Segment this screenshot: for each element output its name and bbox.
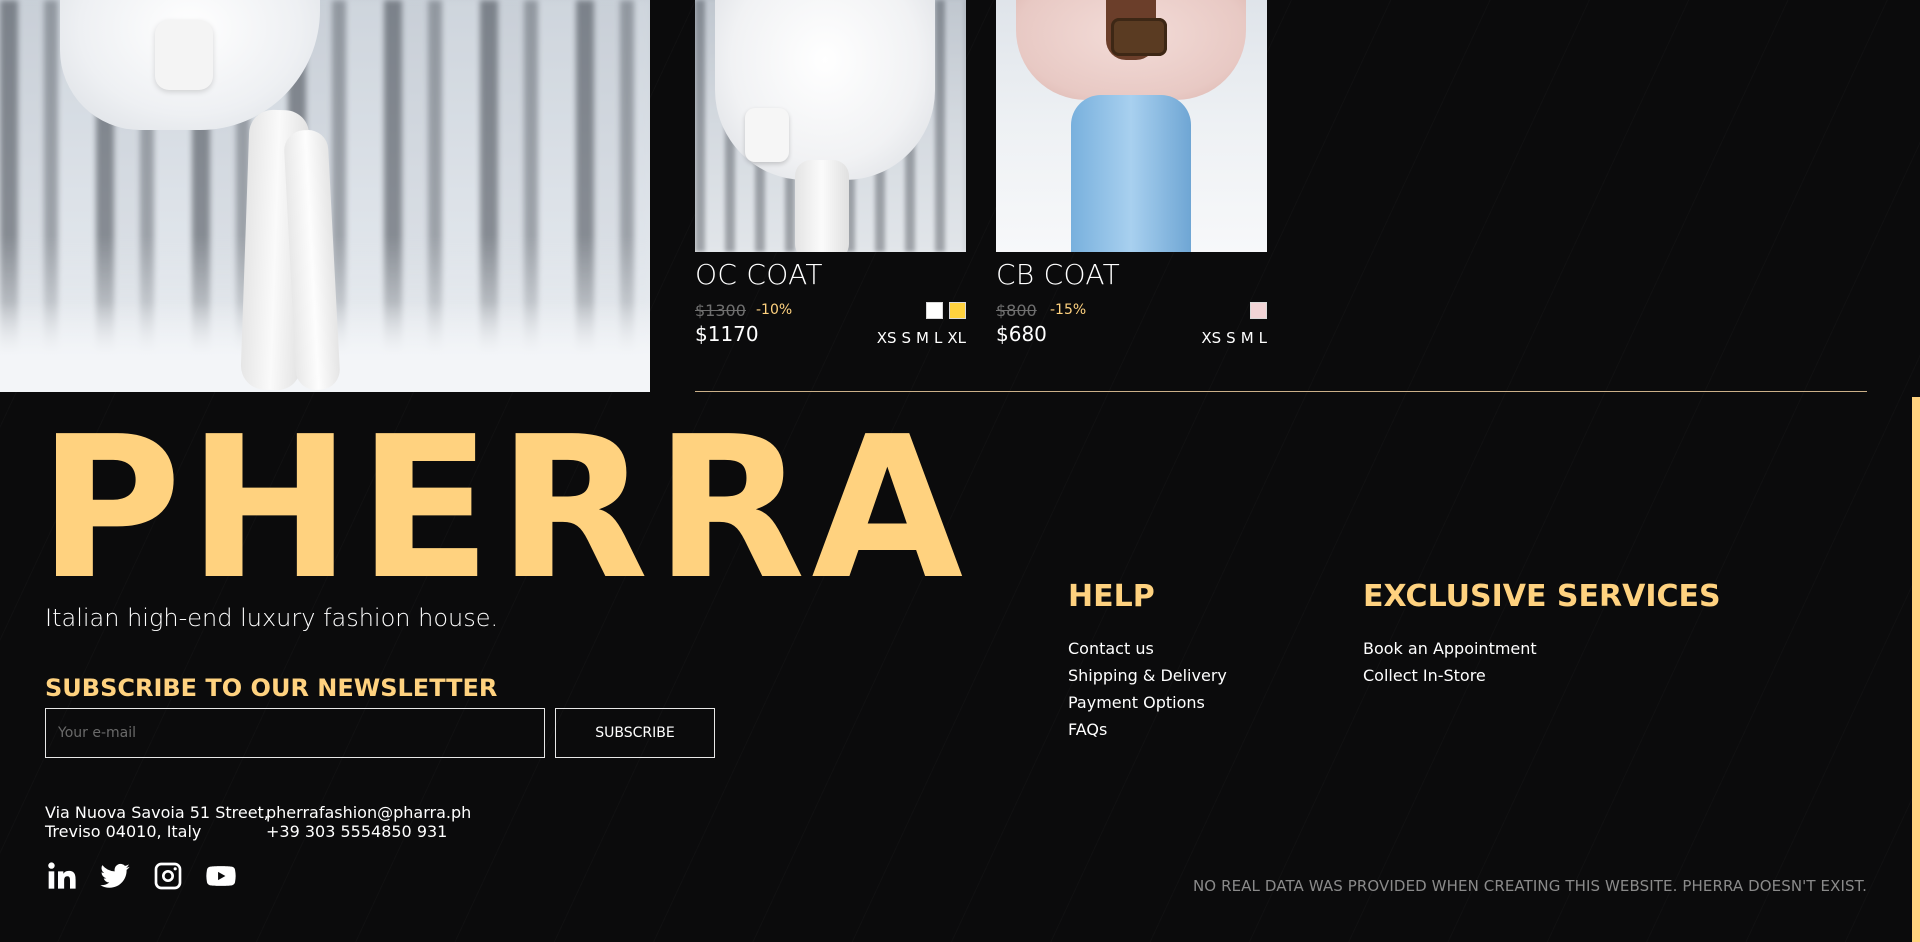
exclusive-link-appointment[interactable]: Book an Appointment (1363, 635, 1721, 662)
help-column: HELP Contact us Shipping & Delivery Paym… (1068, 579, 1227, 743)
subscribe-button[interactable]: SUBSCRIBE (555, 708, 715, 758)
instagram-icon[interactable] (151, 859, 185, 893)
size-option[interactable]: XS (1201, 329, 1221, 347)
size-option[interactable]: L (1259, 329, 1267, 347)
help-link-faqs[interactable]: FAQs (1068, 716, 1227, 743)
color-swatches (1250, 302, 1267, 319)
product-card-oc-coat[interactable]: OC COAT $1300 -10% $1170 XS S M L XL (695, 0, 966, 352)
size-option[interactable]: M (916, 329, 929, 347)
newsletter-email-input[interactable] (45, 708, 545, 758)
accent-bar (1912, 397, 1920, 942)
exclusive-services-title: EXCLUSIVE SERVICES (1363, 579, 1721, 614)
product-discount: -10% (756, 302, 793, 318)
linkedin-icon[interactable] (45, 859, 79, 893)
help-title: HELP (1068, 579, 1155, 614)
contact-email[interactable]: pherrafashion@pharra.ph (266, 803, 471, 822)
size-list: XS S M L XL (877, 329, 966, 347)
size-list: XS S M L (1201, 329, 1267, 347)
address-line: Via Nuova Savoia 51 Street, (45, 803, 269, 822)
brand-logo: PHERRA (38, 395, 970, 623)
address-line: Treviso 04010, Italy (45, 822, 202, 841)
brand-tagline: Italian high-end luxury fashion house. (45, 604, 499, 632)
product-price: $680 (996, 322, 1047, 346)
social-links (45, 859, 238, 893)
product-name[interactable]: OC COAT (695, 258, 823, 291)
color-swatch-yellow[interactable] (949, 302, 966, 319)
product-image[interactable] (996, 0, 1267, 252)
size-option[interactable]: M (1241, 329, 1254, 347)
size-option[interactable]: XS (877, 329, 897, 347)
size-option[interactable]: XL (947, 329, 966, 347)
color-swatch-white[interactable] (926, 302, 943, 319)
help-link-shipping[interactable]: Shipping & Delivery (1068, 662, 1227, 689)
address: Via Nuova Savoia 51 Street, Treviso 0401… (45, 803, 269, 841)
exclusive-link-collect[interactable]: Collect In-Store (1363, 662, 1721, 689)
help-link-contact[interactable]: Contact us (1068, 635, 1227, 662)
product-price: $1170 (695, 322, 759, 346)
product-old-price: $1300 (695, 301, 746, 320)
size-option[interactable]: S (902, 329, 912, 347)
section-divider (695, 391, 1867, 392)
hero-image (0, 0, 650, 392)
page: OC COAT $1300 -10% $1170 XS S M L XL CB … (0, 0, 1920, 942)
youtube-icon[interactable] (204, 859, 238, 893)
product-old-price: $800 (996, 301, 1037, 320)
disclaimer: NO REAL DATA WAS PROVIDED WHEN CREATING … (1192, 877, 1867, 895)
newsletter-title: SUBSCRIBE TO OUR NEWSLETTER (45, 674, 498, 702)
size-option[interactable]: S (1226, 329, 1236, 347)
color-swatch-pink[interactable] (1250, 302, 1267, 319)
product-image[interactable] (695, 0, 966, 252)
twitter-icon[interactable] (98, 859, 132, 893)
product-name[interactable]: CB COAT (996, 258, 1120, 291)
help-link-payment[interactable]: Payment Options (1068, 689, 1227, 716)
product-discount: -15% (1050, 302, 1087, 318)
size-option[interactable]: L (934, 329, 942, 347)
product-card-cb-coat[interactable]: CB COAT $800 -15% $680 XS S M L (996, 0, 1267, 352)
contact-phone[interactable]: +39 303 5554850 931 (266, 822, 471, 841)
color-swatches (926, 302, 966, 319)
exclusive-services-column: EXCLUSIVE SERVICES Book an Appointment C… (1363, 579, 1721, 689)
contact-info: pherrafashion@pharra.ph +39 303 5554850 … (266, 803, 471, 841)
